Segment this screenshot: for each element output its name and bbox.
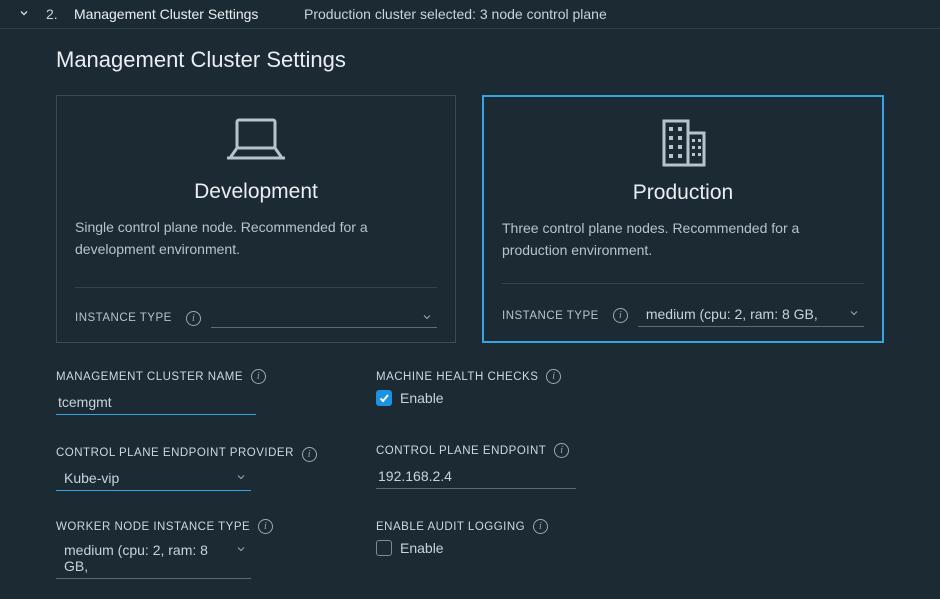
step-number: 2.	[46, 6, 74, 22]
audit-checkbox[interactable]	[376, 540, 392, 556]
prod-instance-row: INSTANCE TYPE i medium (cpu: 2, ram: 8 G…	[502, 283, 864, 327]
info-icon[interactable]: i	[302, 447, 317, 462]
info-icon[interactable]: i	[258, 519, 273, 534]
step-header[interactable]: 2. Management Cluster Settings Productio…	[0, 0, 940, 29]
worker-label: WORKER NODE INSTANCE TYPE	[56, 521, 250, 533]
section-title: Management Cluster Settings	[56, 47, 884, 73]
worker-select[interactable]: medium (cpu: 2, ram: 8 GB,	[56, 540, 251, 579]
cpe-input[interactable]	[376, 464, 576, 489]
dev-instance-row: INSTANCE TYPE i	[75, 287, 437, 328]
form-grid: MANAGEMENT CLUSTER NAME i MACHINE HEALTH…	[56, 369, 884, 579]
cluster-name-input[interactable]	[56, 390, 256, 415]
building-icon	[502, 115, 864, 171]
info-icon[interactable]: i	[546, 369, 561, 384]
mhc-label: MACHINE HEALTH CHECKS	[376, 371, 538, 383]
cluster-name-label: MANAGEMENT CLUSTER NAME	[56, 371, 243, 383]
prod-instance-select[interactable]: medium (cpu: 2, ram: 8 GB,	[638, 304, 864, 327]
card-production-desc: Three control plane nodes. Recommended f…	[502, 217, 864, 273]
cpep-provider-label: CONTROL PLANE ENDPOINT PROVIDER	[56, 447, 294, 459]
dev-instance-select[interactable]	[211, 308, 437, 328]
chevron-down-icon	[421, 310, 433, 326]
card-production-title: Production	[502, 181, 864, 205]
info-icon[interactable]: i	[251, 369, 266, 384]
laptop-icon	[75, 114, 437, 170]
chevron-down-icon	[18, 6, 32, 22]
prod-instance-label: INSTANCE TYPE	[502, 310, 599, 322]
prod-instance-value: medium (cpu: 2, ram: 8 GB,	[646, 306, 818, 322]
info-icon[interactable]: i	[613, 308, 628, 323]
cluster-type-cards: Development Single control plane node. R…	[56, 95, 884, 343]
content-area: Management Cluster Settings Development …	[0, 29, 940, 579]
card-development-desc: Single control plane node. Recommended f…	[75, 216, 437, 277]
field-cpep-provider: CONTROL PLANE ENDPOINT PROVIDER i Kube-v…	[56, 443, 346, 491]
field-audit: ENABLE AUDIT LOGGING i Enable	[376, 519, 884, 579]
cpep-provider-value: Kube-vip	[64, 470, 119, 486]
info-icon[interactable]: i	[533, 519, 548, 534]
field-cluster-name: MANAGEMENT CLUSTER NAME i	[56, 369, 346, 415]
chevron-down-icon	[235, 470, 247, 486]
mhc-checkbox[interactable]	[376, 390, 392, 406]
audit-label: ENABLE AUDIT LOGGING	[376, 521, 525, 533]
field-mhc: MACHINE HEALTH CHECKS i Enable	[376, 369, 884, 415]
cpe-label: CONTROL PLANE ENDPOINT	[376, 445, 546, 457]
worker-value: medium (cpu: 2, ram: 8 GB,	[64, 542, 208, 574]
info-icon[interactable]: i	[186, 311, 201, 326]
field-cpe: CONTROL PLANE ENDPOINT i	[376, 443, 884, 491]
chevron-down-icon	[235, 542, 247, 558]
card-development[interactable]: Development Single control plane node. R…	[56, 95, 456, 343]
chevron-down-icon	[848, 306, 860, 322]
step-title: Management Cluster Settings	[74, 6, 304, 22]
field-worker: WORKER NODE INSTANCE TYPE i medium (cpu:…	[56, 519, 346, 579]
info-icon[interactable]: i	[554, 443, 569, 458]
cpep-provider-select[interactable]: Kube-vip	[56, 468, 251, 491]
card-development-title: Development	[75, 180, 437, 204]
mhc-enable-text: Enable	[400, 390, 444, 406]
card-production[interactable]: Production Three control plane nodes. Re…	[482, 95, 884, 343]
dev-instance-label: INSTANCE TYPE	[75, 312, 172, 324]
audit-enable-text: Enable	[400, 540, 444, 556]
step-summary: Production cluster selected: 3 node cont…	[304, 6, 607, 22]
